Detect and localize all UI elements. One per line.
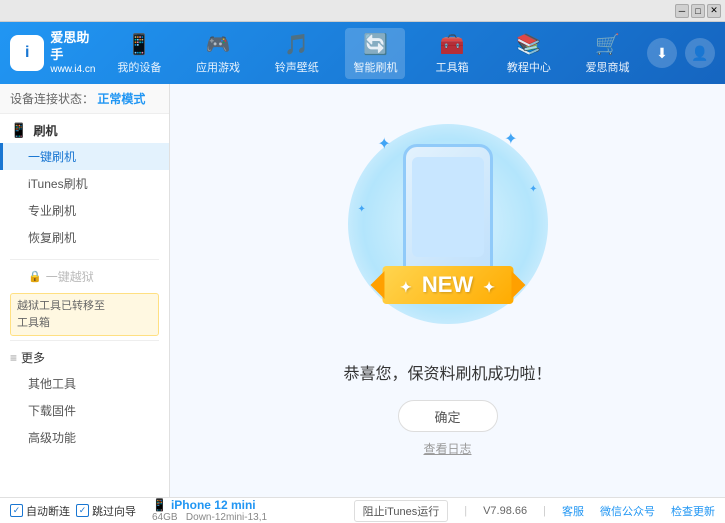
device-phone-icon: 📱	[152, 498, 167, 512]
maximize-btn[interactable]: □	[691, 4, 705, 18]
content-area: ✦ ✦ ✦ ✦ NEW 恭喜您，保资料刷机成功啦！	[170, 84, 725, 497]
bottom-left: ✓ 自动断连 ✓ 跳过向导 📱 iPhone 12 mini 64GB Down…	[10, 498, 354, 523]
flash-section: 📱 刷机 一键刷机 iTunes刷机 专业刷机 恢复刷机	[0, 114, 169, 255]
bottom-bar: ✓ 自动断连 ✓ 跳过向导 📱 iPhone 12 mini 64GB Down…	[0, 497, 725, 523]
flash-icon: 🔄	[363, 32, 388, 57]
close-btn[interactable]: ✕	[707, 4, 721, 18]
notice-box: 越狱工具已转移至 工具箱	[10, 293, 159, 336]
new-ribbon: NEW	[382, 266, 513, 304]
review-log-link[interactable]: 查看日志	[423, 440, 471, 457]
sparkle-1: ✦	[378, 134, 391, 154]
sidebar-item-itunes-flash[interactable]: iTunes刷机	[0, 170, 169, 197]
device-details: 64GB Down-12mini-13,1	[152, 512, 267, 523]
bottom-right: 阻止iTunes运行 | V7.98.66 | 客服 微信公众号 检查更新	[354, 500, 715, 522]
new-banner: NEW	[382, 266, 513, 304]
sidebar-item-advanced[interactable]: 高级功能	[0, 424, 169, 451]
ribbon-tail-left	[370, 271, 384, 299]
download-btn[interactable]: ⬇	[647, 38, 677, 68]
nav-ringtone[interactable]: 🎵 铃声壁纸	[267, 28, 327, 79]
sidebar-item-factory-flash[interactable]: 恢复刷机	[0, 224, 169, 251]
version-label: V7.98.66	[483, 505, 527, 517]
minimize-btn[interactable]: ─	[675, 4, 689, 18]
auto-disconnect-check-icon: ✓	[10, 504, 23, 517]
titlebar: ─ □ ✕	[0, 0, 725, 22]
logo-icon: i	[10, 35, 44, 71]
skip-wizard-checkbox[interactable]: ✓ 跳过向导	[76, 503, 136, 519]
book-icon: 📚	[516, 32, 541, 57]
nav-toolbox[interactable]: 🧰 工具箱	[424, 28, 480, 79]
nav-tutorial[interactable]: 📚 教程中心	[499, 28, 559, 79]
auto-disconnect-checkbox[interactable]: ✓ 自动断连	[10, 503, 70, 519]
sidebar-item-pro-flash[interactable]: 专业刷机	[0, 197, 169, 224]
skip-wizard-check-icon: ✓	[76, 504, 89, 517]
update-link[interactable]: 检查更新	[671, 503, 715, 519]
confirm-button[interactable]: 确定	[398, 400, 498, 432]
sparkle-3: ✦	[529, 184, 537, 195]
divider-1	[10, 259, 159, 260]
divider-version: |	[464, 505, 467, 517]
more-icon: ≡	[10, 351, 17, 365]
logo[interactable]: i 爱思助手 www.i4.cn	[10, 30, 100, 77]
nav-my-device[interactable]: 📱 我的设备	[109, 28, 169, 79]
itunes-block-btn[interactable]: 阻止iTunes运行	[354, 500, 449, 522]
ribbon-tail-right	[511, 271, 525, 299]
account-btn[interactable]: 👤	[685, 38, 715, 68]
nav-app-game[interactable]: 🎮 应用游戏	[188, 28, 248, 79]
logo-text: 爱思助手 www.i4.cn	[50, 30, 100, 77]
device-info: 📱 iPhone 12 mini 64GB Down-12mini-13,1	[152, 498, 267, 523]
status-bar: 设备连接状态： 正常模式	[0, 84, 169, 114]
game-icon: 🎮	[206, 32, 231, 57]
phone-screen	[412, 157, 484, 257]
sidebar-item-one-click-flash[interactable]: 一键刷机	[0, 143, 169, 170]
divider-support: |	[543, 505, 546, 517]
success-illustration: ✦ ✦ ✦ ✦ NEW	[348, 124, 548, 344]
sidebar-item-other-tools[interactable]: 其他工具	[0, 370, 169, 397]
nav-items: 📱 我的设备 🎮 应用游戏 🎵 铃声壁纸 🔄 智能刷机 🧰 工具箱 📚 教程中心…	[100, 28, 647, 79]
success-message: 恭喜您，保资料刷机成功啦！	[343, 360, 551, 384]
divider-2	[10, 340, 159, 341]
sparkle-4: ✦	[358, 204, 366, 215]
lock-icon: 🔒	[28, 270, 42, 283]
phone-icon: 📱	[127, 32, 152, 57]
store-icon: 🛒	[595, 32, 620, 57]
nav-smart-flash[interactable]: 🔄 智能刷机	[345, 28, 405, 79]
main-container: 设备连接状态： 正常模式 📱 刷机 一键刷机 iTunes刷机 专业刷机 恢复刷…	[0, 84, 725, 497]
device-name: 📱 iPhone 12 mini	[152, 498, 267, 512]
header: i 爱思助手 www.i4.cn 📱 我的设备 🎮 应用游戏 🎵 铃声壁纸 🔄 …	[0, 22, 725, 84]
toolbox-icon: 🧰	[440, 32, 465, 57]
flash-section-icon: 📱	[10, 122, 27, 139]
wechat-link[interactable]: 微信公众号	[600, 503, 655, 519]
more-section-header: ≡ 更多	[0, 345, 169, 370]
sparkle-2: ✦	[504, 129, 517, 149]
support-link[interactable]: 客服	[562, 503, 584, 519]
nav-store[interactable]: 🛒 爱思商城	[578, 28, 638, 79]
sidebar-item-download-firmware[interactable]: 下载固件	[0, 397, 169, 424]
flash-section-header: 📱 刷机	[0, 118, 169, 143]
greyed-jailbreak: 🔒 一键越狱	[0, 264, 169, 289]
music-icon: 🎵	[284, 32, 309, 57]
sidebar: 设备连接状态： 正常模式 📱 刷机 一键刷机 iTunes刷机 专业刷机 恢复刷…	[0, 84, 170, 497]
header-right: ⬇ 👤	[647, 38, 715, 68]
